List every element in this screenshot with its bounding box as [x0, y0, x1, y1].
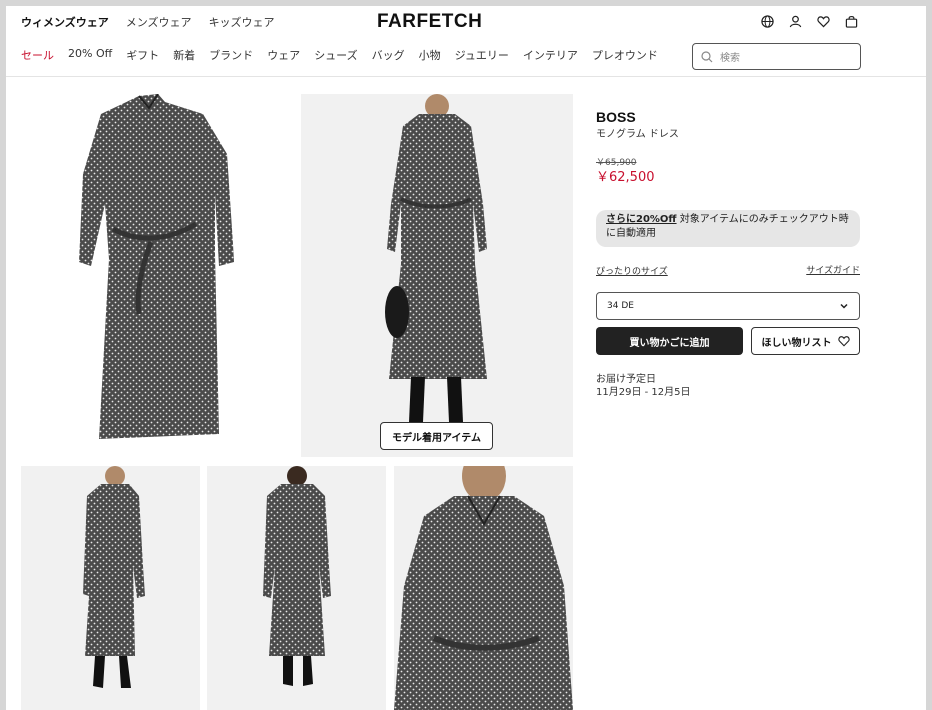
product-image-detail[interactable] — [394, 466, 573, 710]
nav-preowned[interactable]: プレオウンド — [592, 47, 658, 63]
model-worn-button[interactable]: モデル着用アイテム — [380, 422, 493, 450]
sale-price: ￥62,500 — [596, 170, 655, 185]
header-icons — [760, 14, 858, 28]
nav-homeware[interactable]: インテリア — [523, 47, 578, 63]
add-to-bag-button[interactable]: 買い物かごに追加 — [596, 327, 743, 355]
gender-nav: ウィメンズウェア メンズウェア キッズウェア — [21, 14, 275, 30]
size-select[interactable]: 34 DE — [596, 292, 860, 320]
heart-icon[interactable] — [816, 14, 830, 28]
nav-clothing[interactable]: ウェア — [267, 47, 300, 63]
nav-new[interactable]: 新着 — [173, 47, 195, 63]
nav-accessories[interactable]: 小物 — [419, 47, 441, 63]
product-image-model-side[interactable] — [21, 466, 200, 710]
search-placeholder: 検索 — [720, 53, 740, 64]
bag-icon[interactable] — [844, 14, 858, 28]
farfetch-logo[interactable]: FARFETCH — [377, 11, 482, 33]
nav-gifts[interactable]: ギフト — [126, 47, 159, 63]
size-selected-value: 34 DE — [607, 301, 634, 311]
tab-menswear[interactable]: メンズウェア — [126, 14, 192, 30]
chevron-down-icon — [840, 303, 848, 309]
nav-shoes[interactable]: シューズ — [314, 47, 357, 63]
size-fit-link[interactable]: ぴったりのサイズ — [596, 264, 668, 277]
globe-icon[interactable] — [760, 14, 774, 28]
nav-jewelry[interactable]: ジュエリー — [455, 47, 509, 63]
brand-name[interactable]: BOSS — [596, 109, 636, 125]
search-input[interactable]: 検索 — [692, 43, 861, 70]
product-image-model-front[interactable] — [301, 94, 573, 457]
size-guide-link[interactable]: サイズガイド — [806, 263, 860, 276]
site-header: ウィメンズウェア メンズウェア キッズウェア FARFETCH セール 20% … — [6, 6, 926, 77]
nav-bags[interactable]: バッグ — [372, 47, 405, 63]
promo-banner: さらに20%Off 対象アイテムにのみチェックアウト時に自動適用 — [596, 210, 860, 247]
product-image-flat[interactable] — [21, 94, 293, 457]
heart-icon — [837, 336, 850, 347]
tab-womenswear[interactable]: ウィメンズウェア — [21, 14, 109, 30]
account-icon[interactable] — [788, 14, 802, 28]
nav-brands[interactable]: ブランド — [209, 47, 253, 63]
delivery-dates: 11月29日 - 12月5日 — [596, 387, 691, 398]
promo-link[interactable]: さらに20%Off — [606, 214, 677, 225]
wishlist-button[interactable]: ほしい物リスト — [751, 327, 860, 355]
product-name: モノグラム ドレス — [596, 129, 679, 140]
product-image-model-back[interactable] — [207, 466, 386, 710]
tab-kidswear[interactable]: キッズウェア — [209, 14, 275, 30]
wishlist-label: ほしい物リスト — [761, 337, 832, 349]
nav-20off[interactable]: 20% Off — [68, 47, 112, 63]
nav-sale[interactable]: セール — [21, 47, 54, 63]
category-nav: セール 20% Off ギフト 新着 ブランド ウェア シューズ バッグ 小物 … — [21, 47, 658, 63]
search-icon — [701, 50, 713, 62]
